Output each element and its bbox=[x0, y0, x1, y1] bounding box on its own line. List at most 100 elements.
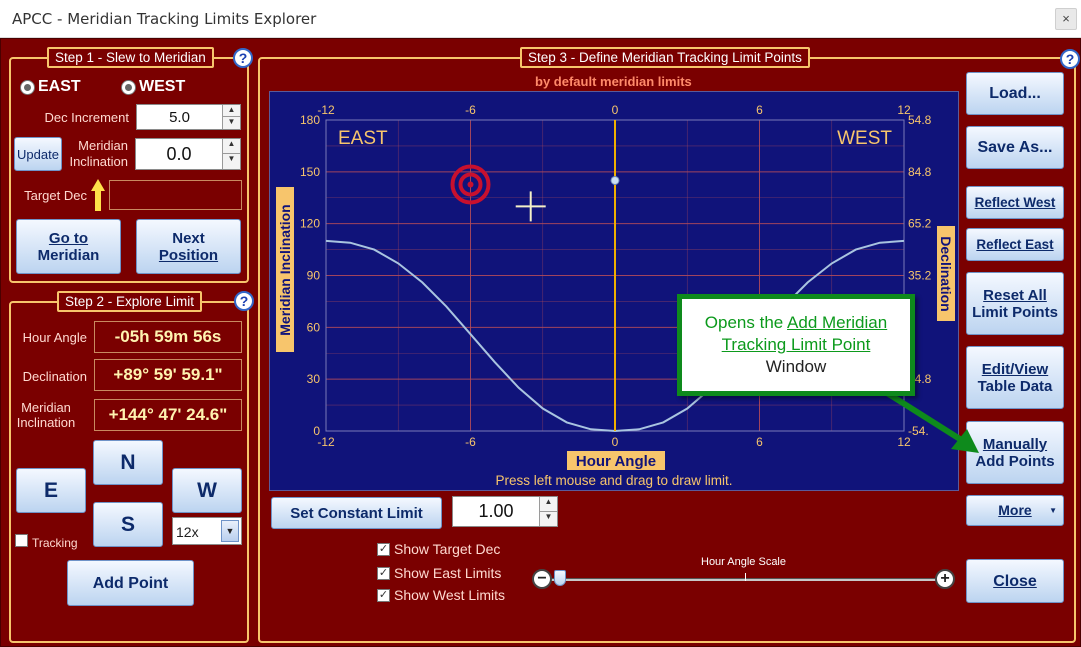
declination-label: Declination bbox=[22, 369, 87, 384]
chevron-down-icon[interactable]: ▼ bbox=[221, 520, 239, 542]
show-target-dec-label: Show Target Dec bbox=[394, 541, 501, 557]
show-west-limits-checkbox[interactable]: ✓ Show West Limits bbox=[377, 587, 505, 603]
step3-title: Step 3 - Define Meridian Tracking Limit … bbox=[520, 47, 810, 68]
load-button[interactable]: Load... bbox=[966, 72, 1064, 115]
goto-meridian-label-1: Go to bbox=[48, 229, 89, 247]
goto-meridian-label-2: Meridian bbox=[37, 246, 100, 264]
reset-label-2: Limit Points bbox=[972, 303, 1058, 321]
next-position-label-2: Position bbox=[158, 246, 219, 264]
y-tick-label: 120 bbox=[300, 217, 320, 231]
west-radio-label: WEST bbox=[139, 78, 186, 95]
x-tick-label-top: -6 bbox=[465, 103, 476, 117]
tracking-checkbox[interactable]: Tracking bbox=[15, 530, 78, 550]
reflect-west-button[interactable]: Reflect West bbox=[966, 186, 1064, 219]
chart-svg[interactable]: -12-12-6-6006612120306090120150180-54.24… bbox=[270, 92, 960, 492]
callout-text-1: Opens the bbox=[704, 313, 784, 332]
dec-increment-up[interactable]: ▲ bbox=[222, 105, 240, 117]
add-point-button[interactable]: Add Point bbox=[67, 560, 194, 606]
callout-text-3: Window bbox=[765, 357, 827, 376]
east-button[interactable]: E bbox=[16, 468, 86, 513]
scale-minus-button[interactable]: − bbox=[532, 569, 552, 589]
hour-angle-readout: -05h 59m 56s bbox=[94, 321, 242, 353]
constant-limit-down[interactable]: ▼ bbox=[539, 511, 557, 526]
edit-label-1: Edit/View bbox=[981, 360, 1049, 378]
hour-angle-label: Hour Angle bbox=[22, 330, 87, 345]
chart-hint: Press left mouse and drag to draw limit. bbox=[495, 473, 732, 488]
west-radio[interactable]: WEST bbox=[121, 78, 185, 96]
dec-increment-down[interactable]: ▼ bbox=[222, 117, 240, 129]
step2-help-icon[interactable]: ? bbox=[234, 291, 254, 311]
arrow-up-icon bbox=[91, 179, 105, 211]
meridian-inclination-spinner[interactable]: 0.0 ▲ ▼ bbox=[135, 138, 241, 170]
callout-link-2: Tracking Limit Point bbox=[721, 335, 871, 354]
reflect-west-label: Reflect West bbox=[974, 195, 1056, 210]
goto-meridian-button[interactable]: Go to Meridian bbox=[16, 219, 121, 274]
step2-title: Step 2 - Explore Limit bbox=[57, 291, 203, 312]
y-axis-label-right: Declination bbox=[938, 236, 954, 311]
target-ring-center bbox=[467, 181, 474, 188]
constant-limit-value: 1.00 bbox=[478, 501, 514, 521]
reset-all-limit-points-button[interactable]: Reset All Limit Points bbox=[966, 272, 1064, 335]
declination-readout: +89° 59' 59.1" bbox=[94, 359, 242, 391]
next-position-button[interactable]: Next Position bbox=[136, 219, 241, 274]
mer-incl-readout: +144° 47' 24.6" bbox=[94, 399, 242, 431]
callout-link-1: Add Meridian bbox=[787, 313, 888, 332]
meridian-limit-chart[interactable]: -12 -12 -6 -6 0 0 6 6 12 12 0 30 60 90 120 150 180 -54. 24… bbox=[269, 91, 959, 491]
y-tick-label: 180 bbox=[300, 113, 320, 127]
x-tick-label-top: 6 bbox=[756, 103, 763, 117]
south-button[interactable]: S bbox=[93, 502, 163, 547]
north-button[interactable]: N bbox=[93, 440, 163, 485]
reflect-east-label: Reflect East bbox=[976, 237, 1054, 252]
meridian-inclination-up[interactable]: ▲ bbox=[222, 139, 240, 154]
meridian-inclination-label-1: Meridian bbox=[78, 138, 128, 153]
title-bar: APCC - Meridian Tracking Limits Explorer… bbox=[0, 0, 1081, 38]
chevron-down-icon: ▼ bbox=[1049, 506, 1057, 515]
show-target-dec-check: ✓ bbox=[377, 542, 390, 556]
region-label-west: WEST bbox=[837, 128, 892, 149]
hour-angle-scale-track[interactable] bbox=[549, 578, 945, 581]
set-constant-limit-button[interactable]: Set Constant Limit bbox=[271, 497, 442, 529]
y-tick-label: 90 bbox=[307, 269, 321, 283]
dec-increment-spinner[interactable]: 5.0 ▲ ▼ bbox=[136, 104, 241, 130]
close-window-button[interactable]: × bbox=[1055, 8, 1077, 30]
slider-center-tick bbox=[745, 573, 746, 581]
slider-thumb[interactable] bbox=[554, 570, 566, 586]
window-title: APCC - Meridian Tracking Limits Explorer bbox=[12, 10, 317, 28]
chart-subtitle: by default meridian limits bbox=[535, 74, 692, 89]
west-radio-dot bbox=[121, 79, 136, 95]
step1-help-icon[interactable]: ? bbox=[233, 48, 253, 68]
callout-line-1: Opens the Add Meridian bbox=[682, 312, 910, 334]
step3-help-icon[interactable]: ? bbox=[1060, 49, 1080, 69]
show-target-dec-checkbox[interactable]: ✓ Show Target Dec bbox=[377, 541, 500, 557]
meridian-inclination-value: 0.0 bbox=[166, 143, 192, 164]
tracking-label: Tracking bbox=[32, 536, 78, 550]
dec-increment-label: Dec Increment bbox=[44, 110, 129, 125]
more-button[interactable]: More ▼ bbox=[966, 495, 1064, 526]
show-east-limits-checkbox[interactable]: ✓ Show East Limits bbox=[377, 565, 501, 581]
update-button[interactable]: Update bbox=[14, 137, 62, 171]
save-as-button[interactable]: Save As... bbox=[966, 126, 1064, 169]
constant-limit-spinner[interactable]: 1.00 ▲ ▼ bbox=[452, 496, 558, 527]
y2-tick-label: 35.2 bbox=[908, 269, 932, 283]
east-radio-label: EAST bbox=[38, 78, 81, 95]
west-button[interactable]: W bbox=[172, 468, 242, 513]
dec-increment-value: 5.0 bbox=[169, 108, 190, 126]
mer-incl-label-1: Meridian bbox=[21, 400, 71, 415]
callout-box: Opens the Add Meridian Tracking Limit Po… bbox=[677, 294, 915, 396]
show-west-limits-label: Show West Limits bbox=[394, 587, 505, 603]
meridian-inclination-down[interactable]: ▼ bbox=[222, 154, 240, 169]
y-tick-label: 60 bbox=[307, 320, 321, 334]
target-dec-label: Target Dec bbox=[24, 188, 87, 203]
next-position-label-1: Next bbox=[172, 229, 205, 247]
close-button[interactable]: Close bbox=[966, 559, 1064, 603]
reflect-east-button[interactable]: Reflect East bbox=[966, 228, 1064, 261]
explorer-window-client: Step 1 - Slew to Meridian ? EAST WEST De… bbox=[0, 38, 1081, 647]
show-east-limits-check: ✓ bbox=[377, 566, 390, 580]
constant-limit-up[interactable]: ▲ bbox=[539, 497, 557, 512]
target-dec-field[interactable] bbox=[109, 180, 242, 210]
scale-plus-button[interactable]: + bbox=[935, 569, 955, 589]
east-radio[interactable]: EAST bbox=[20, 78, 81, 96]
step1-title: Step 1 - Slew to Meridian bbox=[47, 47, 214, 68]
rate-value: 12x bbox=[176, 524, 199, 540]
rate-dropdown[interactable]: 12x ▼ bbox=[172, 517, 242, 545]
